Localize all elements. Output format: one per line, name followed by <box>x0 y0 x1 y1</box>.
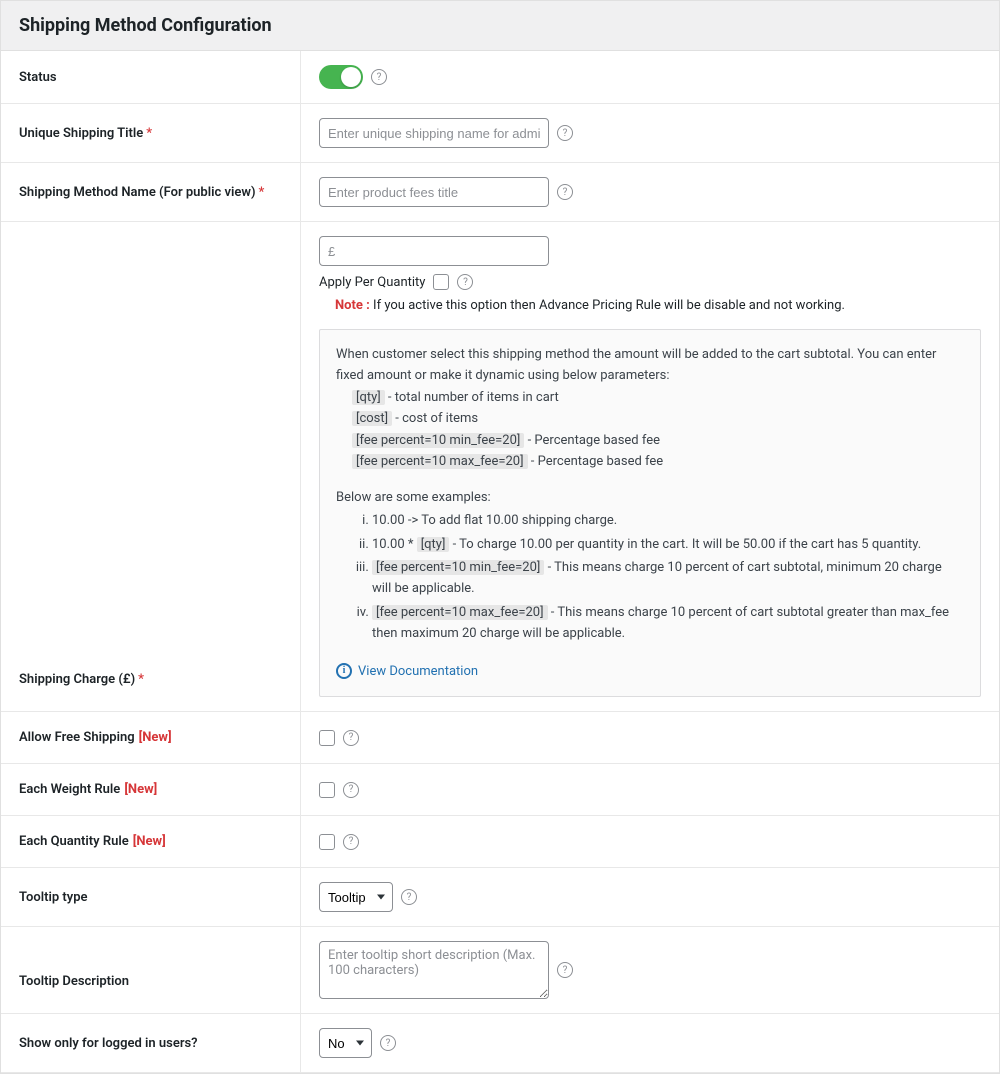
apply-per-qty-label: Apply Per Quantity <box>319 275 425 290</box>
shipping-charge-info-box: When customer select this shipping metho… <box>319 329 981 697</box>
row-each-weight-rule: Each Weight Rule[New] ? <box>1 764 999 816</box>
label-logged-in-users: Show only for logged in users? <box>1 1014 301 1072</box>
status-toggle[interactable] <box>319 65 363 89</box>
view-documentation-link[interactable]: i View Documentation <box>336 661 478 682</box>
help-icon[interactable]: ? <box>343 782 359 798</box>
row-tooltip-description: Tooltip Description ? <box>1 927 999 1014</box>
label-tooltip-type: Tooltip type <box>1 868 301 926</box>
shipping-config-panel: Shipping Method Configuration Status ? U… <box>0 0 1000 1074</box>
row-shipping-charge: Shipping Charge (£)* Apply Per Quantity … <box>1 222 999 712</box>
label-each-weight-rule: Each Weight Rule[New] <box>1 764 301 815</box>
logged-in-select[interactable]: No <box>319 1028 372 1058</box>
info-intro: When customer select this shipping metho… <box>336 344 964 387</box>
example-item: 10.00 * [qty] - To charge 10.00 per quan… <box>372 534 964 555</box>
page-title: Shipping Method Configuration <box>19 15 981 36</box>
help-icon[interactable]: ? <box>380 1035 396 1051</box>
panel-header: Shipping Method Configuration <box>1 1 999 51</box>
param-tag-qty: [qty] <box>352 390 385 405</box>
param-tag-cost: [cost] <box>352 411 392 426</box>
help-icon[interactable]: ? <box>557 125 573 141</box>
label-tooltip-description: Tooltip Description <box>1 927 301 1013</box>
label-shipping-charge: Shipping Charge (£)* <box>1 222 301 711</box>
example-item: 10.00 -> To add flat 10.00 shipping char… <box>372 510 964 531</box>
help-icon[interactable]: ? <box>557 184 573 200</box>
apply-per-qty-checkbox[interactable] <box>433 274 449 290</box>
help-icon[interactable]: ? <box>457 274 473 290</box>
shipping-charge-input[interactable] <box>319 236 549 266</box>
label-unique-title: Unique Shipping Title* <box>1 104 301 162</box>
unique-title-input[interactable] <box>319 118 549 148</box>
label-status: Status <box>1 51 301 103</box>
row-tooltip-type: Tooltip type Tooltip ? <box>1 868 999 927</box>
label-method-name: Shipping Method Name (For public view)* <box>1 163 301 221</box>
tooltip-type-select[interactable]: Tooltip <box>319 882 393 912</box>
help-icon[interactable]: ? <box>557 962 573 978</box>
examples-heading: Below are some examples: <box>336 487 964 508</box>
help-icon[interactable]: ? <box>343 834 359 850</box>
help-icon[interactable]: ? <box>401 889 417 905</box>
each-quantity-rule-checkbox[interactable] <box>319 834 335 850</box>
tooltip-description-textarea[interactable] <box>319 941 549 999</box>
help-icon[interactable]: ? <box>343 730 359 746</box>
apply-per-qty-note: Note : If you active this option then Ad… <box>335 298 981 313</box>
row-allow-free-shipping: Allow Free Shipping[New] ? <box>1 712 999 764</box>
param-tag-fee-min: [fee percent=10 min_fee=20] <box>352 433 524 448</box>
method-name-input[interactable] <box>319 177 549 207</box>
row-method-name: Shipping Method Name (For public view)* … <box>1 163 999 222</box>
row-unique-title: Unique Shipping Title* ? <box>1 104 999 163</box>
param-tag-fee-max: [fee percent=10 max_fee=20] <box>352 454 528 469</box>
label-each-quantity-rule: Each Quantity Rule[New] <box>1 816 301 867</box>
row-status: Status ? <box>1 51 999 104</box>
each-weight-rule-checkbox[interactable] <box>319 782 335 798</box>
example-item: [fee percent=10 max_fee=20] - This means… <box>372 602 964 645</box>
row-each-quantity-rule: Each Quantity Rule[New] ? <box>1 816 999 868</box>
example-item: [fee percent=10 min_fee=20] - This means… <box>372 557 964 600</box>
help-icon[interactable]: ? <box>371 69 387 85</box>
row-logged-in-users: Show only for logged in users? No ? <box>1 1014 999 1073</box>
info-icon: i <box>336 663 352 679</box>
allow-free-shipping-checkbox[interactable] <box>319 730 335 746</box>
label-allow-free-shipping: Allow Free Shipping[New] <box>1 712 301 763</box>
